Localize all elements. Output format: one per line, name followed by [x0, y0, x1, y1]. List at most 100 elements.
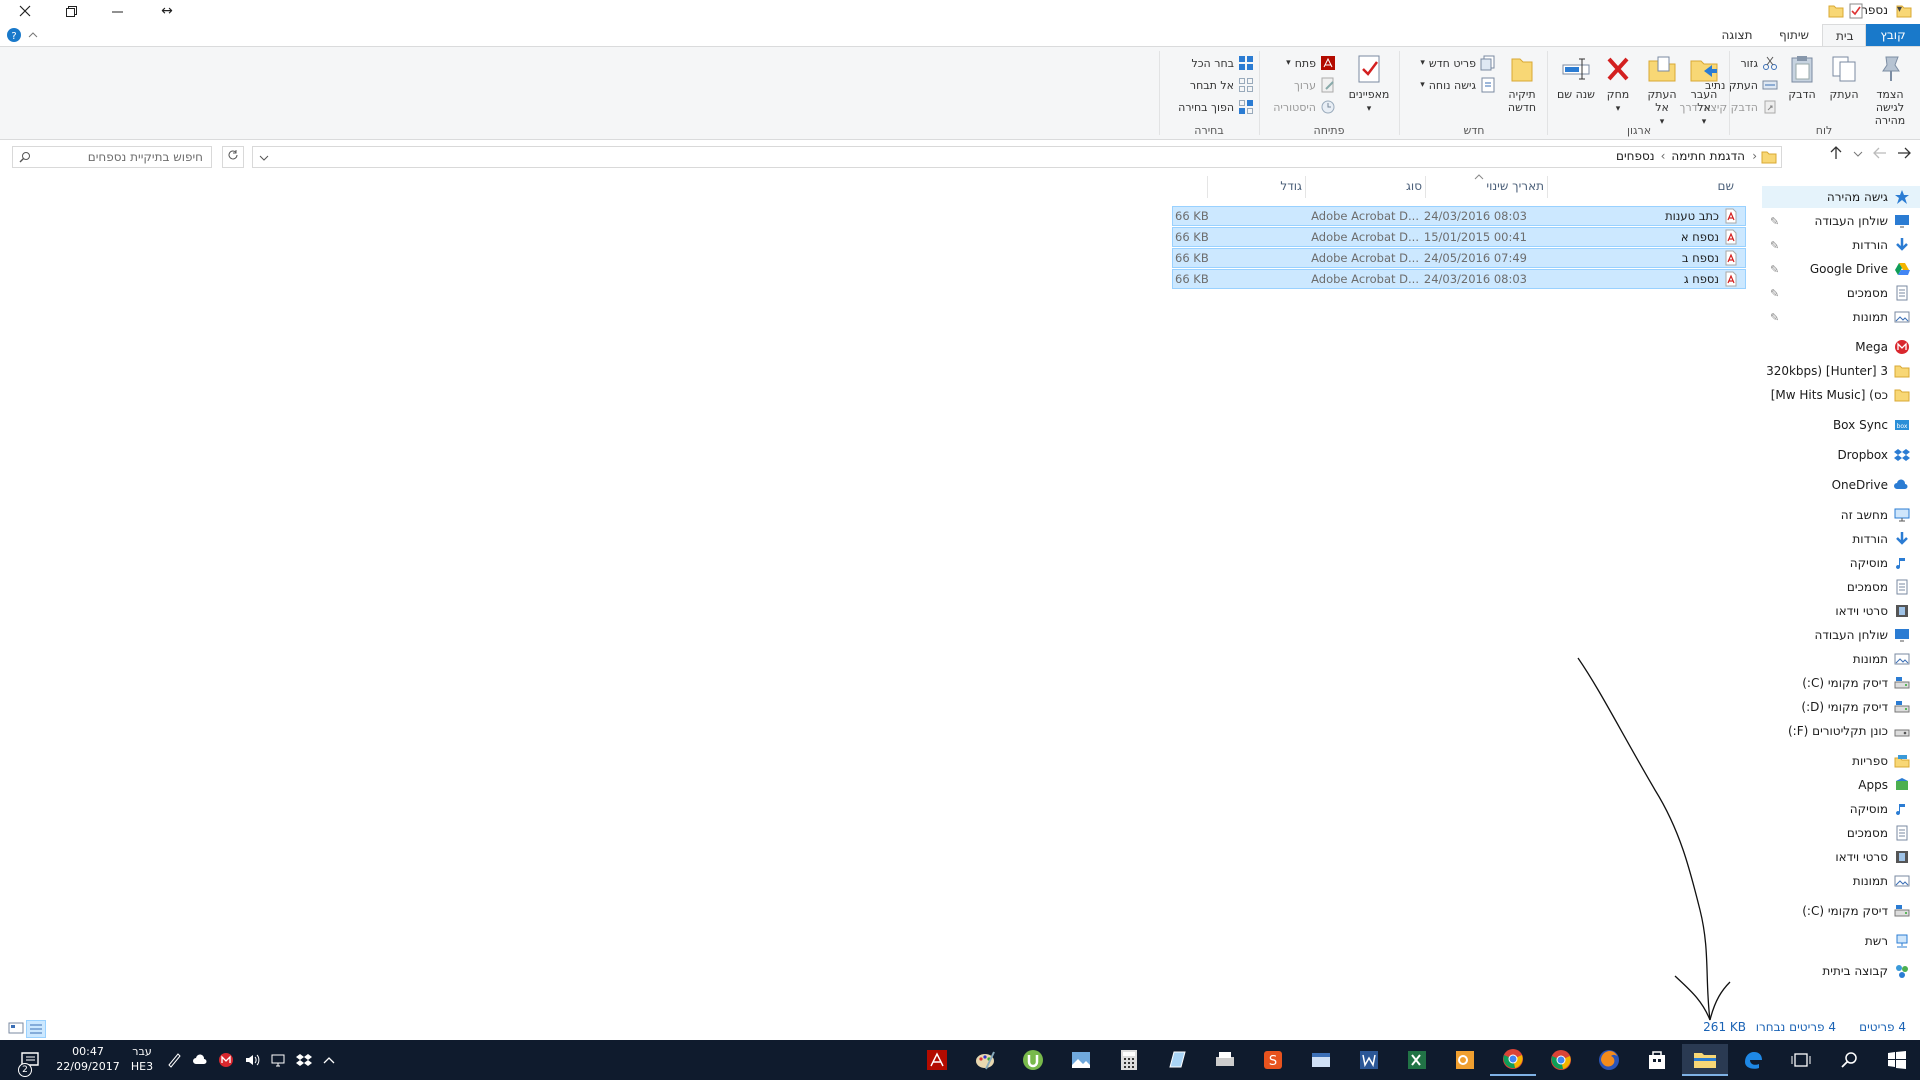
new-item-button[interactable]: פריט חדש ▾ — [1420, 53, 1496, 73]
file-row[interactable]: נספח ב 24/05/2016 07:49 Adobe Acrobat D...… — [1172, 248, 1746, 268]
nav-item[interactable]: הורדות ✎ — [1762, 234, 1920, 256]
nav-item[interactable]: סרטי וידאו — [1762, 846, 1920, 868]
tiles-view-icon[interactable] — [8, 1020, 24, 1036]
pin-quick-access-button[interactable]: הצמד לגישה מהירה — [1866, 49, 1914, 127]
taskbar-app-acrobat[interactable] — [914, 1044, 960, 1076]
nav-item[interactable]: מסמכים — [1762, 576, 1920, 598]
delete-button[interactable]: מחק ▾ — [1598, 49, 1638, 116]
network-icon[interactable] — [270, 1052, 286, 1068]
nav-item[interactable]: שולחן העבודה — [1762, 624, 1920, 646]
invert-selection-button[interactable]: הפוך בחירה — [1178, 97, 1254, 117]
nav-item[interactable]: תמונות — [1762, 648, 1920, 670]
nav-item[interactable]: Mega — [1762, 336, 1920, 358]
taskbar-app-word[interactable] — [1346, 1044, 1392, 1076]
collapse-ribbon-icon[interactable] — [28, 31, 38, 39]
select-none-button[interactable]: אל תבחר — [1190, 75, 1254, 95]
pen-icon[interactable] — [166, 1052, 182, 1068]
cloud-upload-icon[interactable] — [192, 1052, 208, 1068]
address-bar[interactable]: › הדגמת חתימה › נספחים — [252, 146, 1782, 168]
restore-button[interactable] — [48, 0, 94, 22]
breadcrumb-item[interactable]: נספחים — [1616, 149, 1655, 163]
nav-item[interactable]: Google Drive ✎ — [1762, 258, 1920, 280]
recent-locations-button[interactable] — [1848, 146, 1868, 166]
copy-to-button[interactable]: העתק אל ▾ — [1642, 49, 1682, 129]
rename-button[interactable]: שנה שם — [1556, 49, 1596, 101]
nav-item[interactable]: סרטי וידאו — [1762, 600, 1920, 622]
chevron-down-icon[interactable] — [259, 154, 269, 162]
history-button[interactable]: היסטוריה — [1273, 97, 1336, 117]
select-all-button[interactable]: בחר הכל — [1191, 53, 1254, 73]
properties-icon[interactable] — [1848, 3, 1864, 19]
up-button[interactable] — [1826, 146, 1846, 166]
tab-home[interactable]: בית — [1822, 24, 1866, 46]
open-button[interactable]: פתח ▾ — [1286, 53, 1336, 73]
taskbar-app-chrome-2[interactable] — [1490, 1044, 1536, 1076]
easy-access-button[interactable]: גישה נוחה ▾ — [1420, 75, 1496, 95]
nav-item[interactable]: דיסק מקומי (C:) — [1762, 900, 1920, 922]
quick-access-customize[interactable]: ▾ — [1897, 4, 1902, 15]
copy-button[interactable]: העתק — [1824, 49, 1864, 101]
nav-item[interactable]: דיסק מקומי (D:) — [1762, 696, 1920, 718]
nav-item[interactable]: הורדות — [1762, 528, 1920, 550]
taskbar-app-excel[interactable] — [1394, 1044, 1440, 1076]
nav-item[interactable]: Apps — [1762, 774, 1920, 796]
help-icon[interactable]: ? — [6, 27, 22, 43]
nav-item[interactable]: OneDrive — [1762, 474, 1920, 496]
taskbar-app-file-explorer[interactable] — [1682, 1044, 1728, 1076]
nav-item[interactable]: מחשב זה — [1762, 504, 1920, 526]
nav-item[interactable]: קבוצה ביתית — [1762, 960, 1920, 982]
taskbar-app-publisher[interactable] — [1298, 1044, 1344, 1076]
taskbar-app-chrome[interactable] — [1538, 1044, 1584, 1076]
file-row[interactable]: כתב טענות 24/03/2016 08:03 Adobe Acrobat D… — [1172, 206, 1746, 226]
nav-item[interactable]: box Box Sync — [1762, 414, 1920, 436]
taskbar-app-calculator[interactable] — [1106, 1044, 1152, 1076]
breadcrumb-item[interactable]: הדגמת חתימה — [1671, 149, 1745, 163]
search-taskbar-button[interactable] — [1826, 1044, 1872, 1076]
nav-item[interactable]: רשת — [1762, 930, 1920, 952]
forward-button[interactable] — [1870, 146, 1890, 166]
taskbar-app-firefox[interactable] — [1586, 1044, 1632, 1076]
mega-icon[interactable] — [218, 1052, 234, 1068]
taskbar-app-edge[interactable] — [1730, 1044, 1776, 1076]
cut-button[interactable]: גזור — [1740, 53, 1778, 73]
nav-item[interactable]: כס) [Mw Hits Music] — [1762, 384, 1920, 406]
back-button[interactable] — [1894, 146, 1914, 166]
taskbar-app-swiftkey[interactable]: S — [1250, 1044, 1296, 1076]
search-box[interactable]: חיפוש בתיקיית נספחים — [12, 146, 212, 168]
nav-item[interactable]: שולחן העבודה ✎ — [1762, 210, 1920, 232]
taskbar-app-paint[interactable] — [962, 1044, 1008, 1076]
refresh-button[interactable] — [222, 146, 244, 168]
nav-item[interactable]: מוסיקה — [1762, 552, 1920, 574]
nav-item[interactable]: מסמכים ✎ — [1762, 282, 1920, 304]
new-folder-icon[interactable] — [1828, 3, 1844, 19]
taskbar-app-notes[interactable] — [1154, 1044, 1200, 1076]
tab-file[interactable]: קובץ — [1866, 24, 1920, 46]
edit-button[interactable]: ערוך — [1294, 75, 1336, 95]
volume-icon[interactable] — [244, 1052, 260, 1068]
tab-view[interactable]: תצוגה — [1708, 24, 1766, 46]
nav-item[interactable]: כונן תקליטורים (F:) — [1762, 720, 1920, 742]
paste-button[interactable]: הדבק — [1782, 49, 1822, 101]
taskbar-app-photos[interactable] — [1058, 1044, 1104, 1076]
column-header-date[interactable]: תאריך שינוי — [1434, 172, 1544, 200]
task-view-button[interactable] — [1778, 1044, 1824, 1076]
nav-item[interactable]: Dropbox — [1762, 444, 1920, 466]
start-button[interactable] — [1874, 1044, 1920, 1076]
tab-share[interactable]: שיתוף — [1766, 24, 1822, 46]
dropbox-icon[interactable] — [296, 1052, 312, 1068]
details-view-icon[interactable] — [26, 1020, 46, 1038]
nav-item[interactable]: תמונות — [1762, 870, 1920, 892]
column-header-size[interactable]: גודל — [1212, 172, 1302, 200]
taskbar-app-store[interactable] — [1634, 1044, 1680, 1076]
new-folder-button[interactable]: תיקיה חדשה — [1502, 49, 1542, 114]
nav-item[interactable]: דיסק מקומי (C:) — [1762, 672, 1920, 694]
nav-item[interactable]: תמונות ✎ — [1762, 306, 1920, 328]
chevron-up-icon[interactable] — [322, 1055, 336, 1065]
nav-item[interactable]: ספריות — [1762, 750, 1920, 772]
clock[interactable]: 00:47 22/09/2017 — [56, 1044, 120, 1074]
nav-item[interactable]: גישה מהירה — [1762, 186, 1920, 208]
nav-item[interactable]: 3 320kbps) [Hunter] — [1762, 360, 1920, 382]
taskbar-app-outlook[interactable] — [1442, 1044, 1488, 1076]
column-header-name[interactable]: שם — [1564, 172, 1734, 200]
language-indicator[interactable]: עבר HE3 — [124, 1044, 160, 1074]
